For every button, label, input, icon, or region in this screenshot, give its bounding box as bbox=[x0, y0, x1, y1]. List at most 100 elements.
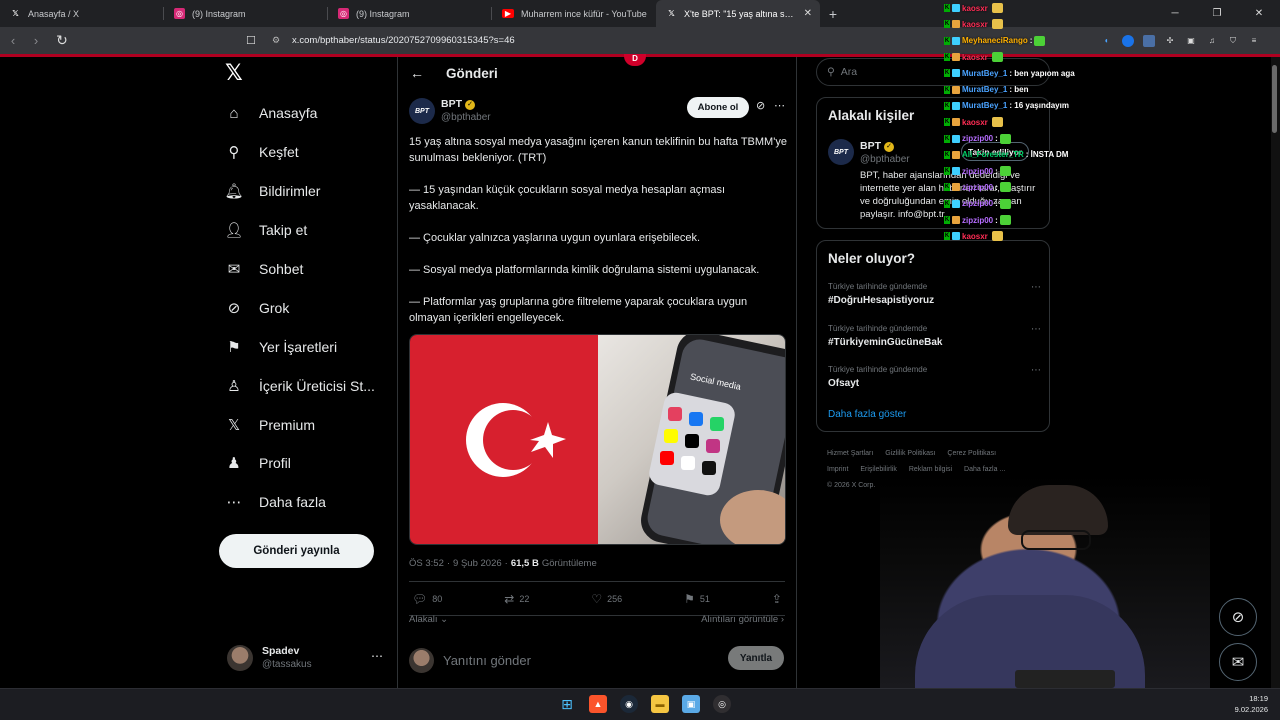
post-button[interactable]: Gönderi yayınla bbox=[219, 534, 374, 568]
shield-icon[interactable]: ⛉ bbox=[1227, 35, 1239, 47]
trend-item[interactable]: Türkiye tarihinde gündemde #TürkiyeminGü… bbox=[828, 324, 1041, 348]
trend-item[interactable]: Türkiye tarihinde gündemde Ofsayt ⋯ bbox=[828, 365, 1041, 389]
more-icon[interactable]: ⋯ bbox=[371, 649, 383, 663]
messages-float-button[interactable]: ✉ bbox=[1219, 643, 1257, 681]
post-date[interactable]: 9 Şub 2026 bbox=[453, 558, 502, 569]
chat-username[interactable]: kaosxr bbox=[962, 4, 988, 13]
show-more-link[interactable]: Daha fazla göster bbox=[828, 409, 906, 420]
account-switcher[interactable]: Spadev @tassakus ⋯ bbox=[227, 643, 387, 673]
nav-item-creator-studio[interactable]: ♙ İçerik Üreticisi St... bbox=[224, 366, 375, 405]
chat-username[interactable]: kaosxr bbox=[962, 53, 988, 62]
footer-link[interactable]: Erişilebilirlik bbox=[860, 466, 897, 473]
like-button[interactable]: ♡ 256 bbox=[591, 592, 622, 606]
close-tab-icon[interactable]: ✕ bbox=[804, 8, 812, 19]
author-avatar[interactable]: BPT bbox=[409, 98, 435, 124]
trend-item[interactable]: Türkiye tarihinde gündemde #DoğruHesapis… bbox=[828, 282, 1041, 306]
related-avatar[interactable]: BPT bbox=[828, 139, 854, 165]
more-icon[interactable]: ⋯ bbox=[1031, 365, 1041, 376]
sidebar-icon[interactable]: ▣ bbox=[1185, 35, 1197, 47]
chat-username[interactable]: zipzip00 bbox=[962, 167, 993, 176]
extension-icon[interactable] bbox=[1143, 34, 1155, 47]
scrollbar-thumb[interactable] bbox=[1272, 65, 1277, 133]
system-clock[interactable]: 18:19 9.02.2026 bbox=[1235, 693, 1268, 715]
chat-username[interactable]: MeyhaneciRango bbox=[962, 36, 1028, 45]
chat-username[interactable]: zipzip00 bbox=[962, 199, 993, 208]
footer-link[interactable]: Gizlilik Politikası bbox=[885, 450, 935, 457]
grok-icon[interactable]: ⊘ bbox=[756, 99, 765, 112]
bookmark-button[interactable]: ⚑ 51 bbox=[684, 592, 710, 606]
new-tab-button[interactable]: + bbox=[820, 0, 846, 27]
minimize-button[interactable]: ─ bbox=[1154, 0, 1196, 27]
nav-item-more[interactable]: ⋯ Daha fazla bbox=[224, 483, 375, 522]
nav-item-bookmarks[interactable]: ⚑ Yer İşaretleri bbox=[224, 327, 375, 366]
brave-browser-icon[interactable]: ▲ bbox=[589, 695, 607, 713]
related-dropdown[interactable]: Alakalı ⌄ bbox=[409, 614, 448, 625]
reply-submit-button[interactable]: Yanıtla bbox=[728, 646, 784, 670]
back-arrow-icon[interactable]: ← bbox=[410, 65, 424, 81]
maximize-button[interactable]: ❐ bbox=[1196, 0, 1238, 27]
reply-button[interactable]: 💬︎ 80 bbox=[412, 592, 442, 606]
chat-username[interactable]: MuratBey_1 bbox=[962, 101, 1007, 110]
chat-username[interactable]: zipzip00 bbox=[962, 183, 993, 192]
grok-float-button[interactable]: ⊘ bbox=[1219, 598, 1257, 636]
related-name[interactable]: BPT bbox=[860, 140, 881, 153]
site-info-icon[interactable]: ⚙ bbox=[272, 35, 288, 46]
browser-tab[interactable]: ▶ Muharrem ince küfür - YouTube bbox=[492, 0, 656, 27]
chat-username[interactable]: kaosxr bbox=[962, 118, 988, 127]
app-icon[interactable]: ▣ bbox=[682, 695, 700, 713]
kick-badge-icon: K bbox=[944, 53, 950, 62]
browser-tab-active[interactable]: 𝕏 X'te BPT: "15 yaş altına sosyal me ✕ bbox=[656, 0, 820, 27]
browser-tab[interactable]: ◎ (9) Instagram bbox=[164, 0, 328, 27]
footer-link[interactable]: Daha fazla ... bbox=[964, 466, 1005, 473]
reload-icon[interactable]: ↻ bbox=[52, 31, 72, 51]
nav-item-premium[interactable]: 𝕏 Premium bbox=[224, 405, 375, 444]
chat-username[interactable]: MuratBey_1 bbox=[962, 69, 1007, 78]
browser-tab[interactable]: ◎ (9) Instagram bbox=[328, 0, 492, 27]
more-icon[interactable]: ⋯ bbox=[1031, 282, 1041, 293]
back-arrow-icon[interactable]: ‹ bbox=[3, 31, 23, 51]
footer-link[interactable]: Hizmet Şartları bbox=[827, 450, 873, 457]
page-scrollbar[interactable] bbox=[1271, 57, 1280, 688]
music-icon[interactable]: ♫ bbox=[1206, 35, 1218, 47]
nav-item-notifications[interactable]: 🔔︎ Bildirimler bbox=[224, 172, 375, 211]
chat-username[interactable]: Ali_Forester_TR bbox=[962, 150, 1024, 159]
post-author[interactable]: BPT BPT ✓ @bpthaber bbox=[409, 98, 491, 124]
more-icon[interactable]: ⋯ bbox=[1031, 324, 1041, 335]
more-icon[interactable]: ⋯ bbox=[774, 99, 785, 112]
nav-item-follow[interactable]: 👤︎ Takip et bbox=[224, 211, 375, 250]
chat-username[interactable]: kaosxr bbox=[962, 20, 988, 29]
nav-item-home[interactable]: ⌂ Anasayfa bbox=[224, 94, 375, 133]
menu-icon[interactable]: ≡ bbox=[1248, 35, 1260, 47]
streamer-glasses bbox=[1021, 530, 1091, 550]
close-window-button[interactable]: ✕ bbox=[1238, 0, 1280, 27]
share-button[interactable]: ⇪ bbox=[772, 592, 782, 606]
url-field[interactable]: ☐ ⚙ x.com/bpthaber/status/20207527099603… bbox=[246, 30, 936, 51]
nav-item-chat[interactable]: ✉ Sohbet bbox=[224, 250, 375, 289]
puzzle-icon[interactable]: ✣ bbox=[1164, 35, 1176, 47]
chat-username[interactable]: kaosxr bbox=[962, 232, 988, 241]
forward-arrow-icon[interactable]: › bbox=[26, 31, 46, 51]
author-name[interactable]: BPT bbox=[441, 98, 462, 111]
repost-button[interactable]: ⇄ 22 bbox=[504, 592, 529, 606]
footer-link[interactable]: Imprint bbox=[827, 466, 848, 473]
view-quotes-link[interactable]: Alıntıları görüntüle › bbox=[701, 614, 784, 625]
x-logo-icon[interactable]: 𝕏 bbox=[225, 62, 247, 84]
subscribe-button[interactable]: Abone ol bbox=[687, 97, 749, 118]
reply-input[interactable]: Yanıtını gönder bbox=[443, 653, 531, 668]
nav-item-explore[interactable]: ⚲ Keşfet bbox=[224, 133, 375, 172]
nav-item-profile[interactable]: ♟ Profil bbox=[224, 444, 375, 483]
chat-username[interactable]: zipzip00 bbox=[962, 216, 993, 225]
windows-start-icon[interactable]: ⊞ bbox=[558, 695, 576, 713]
browser-tab[interactable]: 𝕏 Anasayfa / X bbox=[0, 0, 164, 27]
chat-username[interactable]: MuratBey_1 bbox=[962, 85, 1007, 94]
bookmark-icon[interactable]: ☐ bbox=[246, 34, 264, 47]
nav-item-grok[interactable]: ⊘ Grok bbox=[224, 288, 375, 327]
obs-icon[interactable]: ◎ bbox=[713, 695, 731, 713]
file-explorer-icon[interactable]: ▬ bbox=[651, 695, 669, 713]
footer-link[interactable]: Reklam bilgisi bbox=[909, 466, 952, 473]
steam-icon[interactable]: ◉ bbox=[620, 695, 638, 713]
footer-link[interactable]: Çerez Politikası bbox=[947, 450, 996, 457]
post-image[interactable]: Social media bbox=[409, 334, 786, 545]
extension-icon[interactable] bbox=[1122, 34, 1134, 47]
chat-username[interactable]: zipzip00 bbox=[962, 134, 993, 143]
